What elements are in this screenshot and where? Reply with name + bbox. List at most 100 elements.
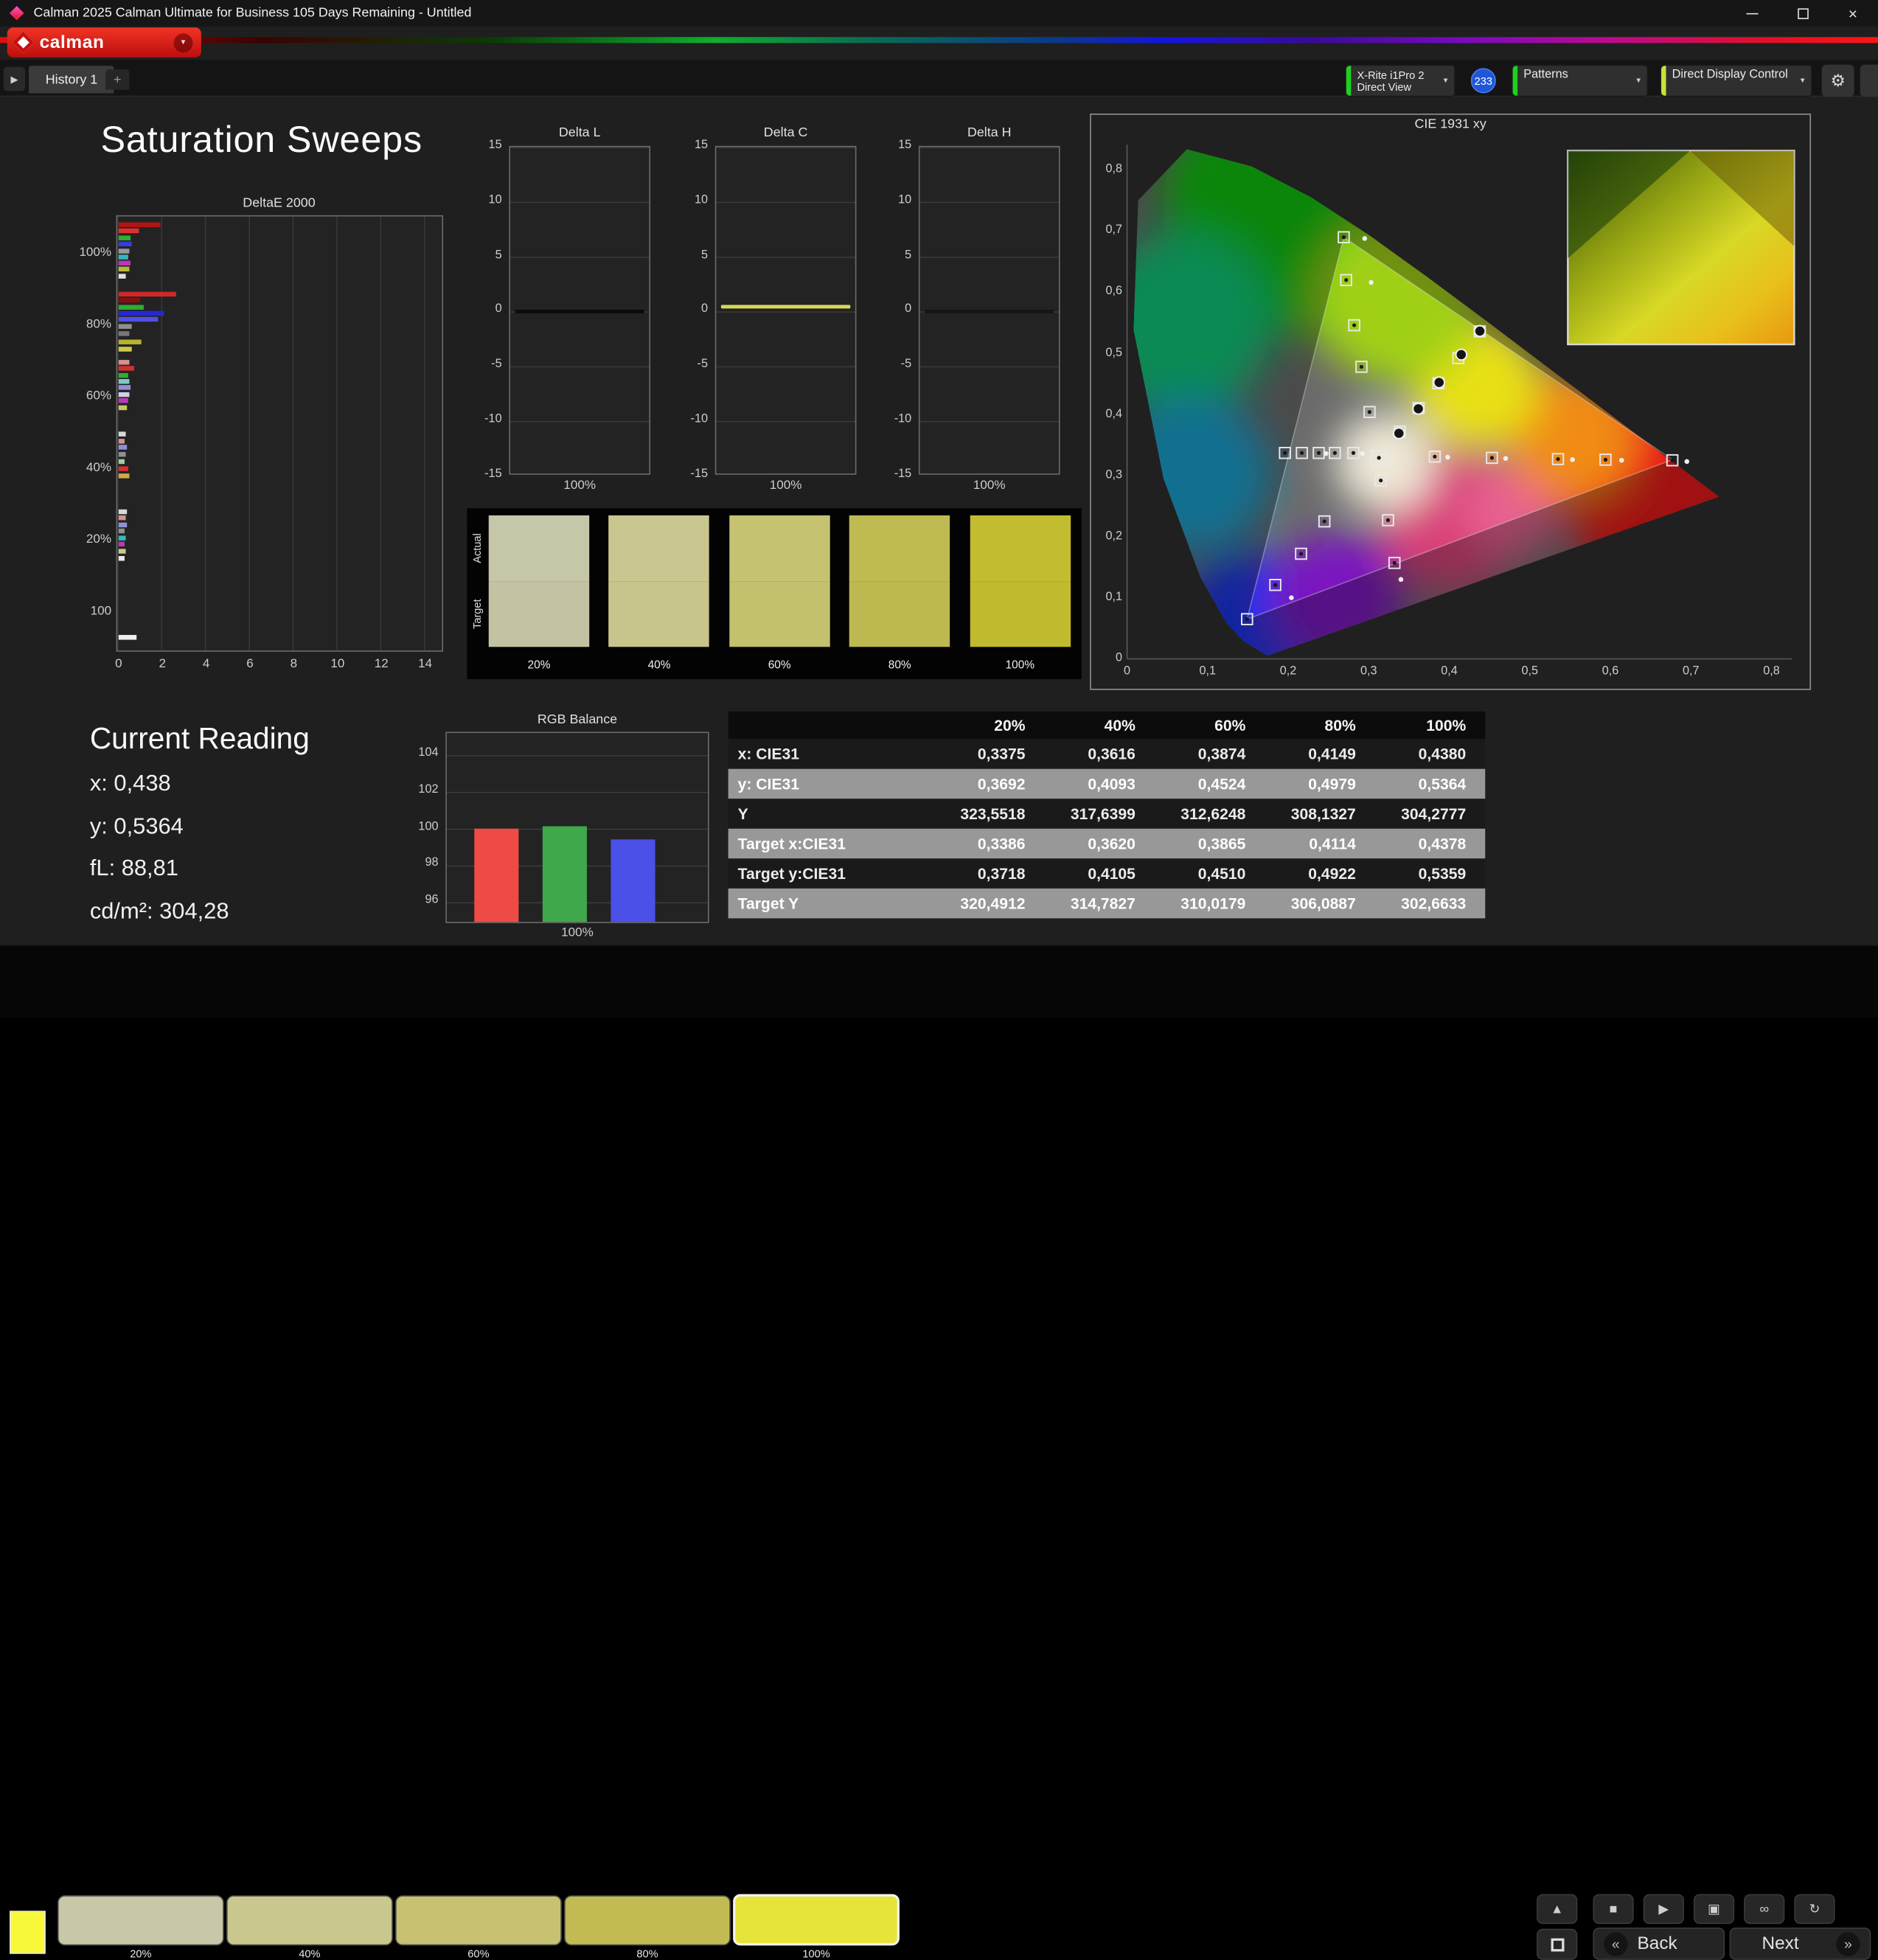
- deltae-bar: [118, 397, 129, 403]
- deltae-bar: [118, 310, 165, 316]
- target-swatch: [970, 581, 1071, 647]
- table-header-cell: 100%: [1426, 716, 1467, 734]
- cie-target-dot: [1556, 456, 1560, 462]
- reading-y: y: 0,5364: [89, 814, 184, 840]
- mini-y-tick: 5: [905, 248, 912, 262]
- eject-icon: ▲: [1550, 1902, 1564, 1916]
- swatch-label: 80%: [888, 658, 911, 673]
- pattern-patch-60%[interactable]: [395, 1895, 562, 1946]
- cie-target-dot: [1489, 456, 1495, 460]
- maximize-button[interactable]: [1778, 0, 1828, 27]
- swatch-column: [849, 515, 950, 647]
- cie-target-dot: [1316, 451, 1321, 455]
- deltae-bar: [118, 515, 127, 520]
- back-button[interactable]: « Back: [1593, 1928, 1725, 1960]
- next-button[interactable]: Next »: [1729, 1928, 1871, 1960]
- settings-button[interactable]: ⚙: [1821, 64, 1854, 97]
- stop-button[interactable]: ■: [1593, 1894, 1634, 1925]
- mini-y-tick: -10: [894, 412, 912, 426]
- deltae-bar: [118, 249, 130, 253]
- pattern-patch-80%[interactable]: [564, 1895, 731, 1946]
- cie-target-dot: [1670, 458, 1674, 462]
- history-flyout-button[interactable]: ▶: [3, 66, 26, 91]
- mini-y-tick: 5: [495, 248, 502, 262]
- cie-x-tick: 0,1: [1199, 664, 1217, 678]
- table-row-label: Target Y: [737, 894, 799, 913]
- patterns-dropdown[interactable]: Patterns ▼: [1511, 64, 1649, 97]
- table-row-label: Target y:CIE31: [737, 864, 846, 883]
- rgb-y-tick: 102: [418, 782, 439, 796]
- table-cell: 0,4524: [1197, 774, 1246, 793]
- actual-swatch: [728, 515, 830, 582]
- pattern-patch-20%[interactable]: [57, 1895, 224, 1946]
- cie-y-tick: 0,3: [1105, 468, 1123, 482]
- rgb-bar: [474, 828, 519, 922]
- cie-measured-dot: [1684, 459, 1690, 465]
- deltae-bar: [118, 324, 132, 329]
- target-swatch: [849, 581, 950, 647]
- link-icon: ∞: [1759, 1902, 1770, 1916]
- close-button[interactable]: ×: [1828, 0, 1878, 27]
- table-cell: 0,3865: [1197, 834, 1246, 853]
- deltae-bar: [118, 291, 175, 296]
- refresh-button[interactable]: ↻: [1794, 1894, 1835, 1925]
- mini-y-tick: 0: [700, 303, 709, 316]
- table-cell: 0,4380: [1418, 745, 1467, 763]
- add-tab-button[interactable]: +: [105, 69, 130, 90]
- deltae-y-tick: 100: [90, 603, 112, 619]
- cie-target-dot: [1603, 457, 1608, 462]
- rgb-y-tick: 98: [425, 856, 439, 870]
- meter-dropdown[interactable]: X-Rite i1Pro 2 Direct View ▼: [1345, 64, 1456, 97]
- table-cell: 0,3874: [1197, 745, 1246, 763]
- deltae-bar: [118, 241, 132, 246]
- deltae-bar: [118, 522, 128, 527]
- table-row: Target Y 320,4912 314,7827 310,0179 306,0887…: [728, 888, 1486, 919]
- rgb-y-tick: 96: [425, 893, 439, 907]
- cie-measured-circle: [1412, 402, 1425, 415]
- cie-target-dot: [1245, 617, 1249, 622]
- link-button[interactable]: ∞: [1744, 1894, 1785, 1925]
- delta-c-plot: [714, 145, 857, 475]
- target-swatch: [728, 581, 830, 647]
- reading-cdm2: cd/m²: 304,28: [89, 899, 229, 925]
- chevron-down-icon: ▼: [1441, 77, 1450, 85]
- deltae-bar: [118, 366, 134, 370]
- table-header-cell: 20%: [994, 716, 1026, 734]
- display-window-button[interactable]: [1537, 1928, 1578, 1960]
- page-title: Saturation Sweeps: [100, 118, 422, 161]
- cie-measured-circle: [1392, 427, 1405, 439]
- deltae-y-tick: 40%: [86, 460, 112, 475]
- save-button[interactable]: ▣: [1693, 1894, 1735, 1925]
- collapse-button[interactable]: ▲: [1537, 1894, 1578, 1925]
- display-control-dropdown[interactable]: Direct Display Control ▼: [1660, 64, 1812, 97]
- cie-y-tick: 0,8: [1105, 162, 1123, 176]
- pattern-patch-40%[interactable]: [226, 1895, 393, 1946]
- deltae-y-tick: 20%: [86, 532, 112, 547]
- table-cell: 304,2777: [1401, 804, 1467, 823]
- swatch-label: 60%: [768, 658, 791, 673]
- mini-y-tick: 15: [694, 139, 709, 152]
- mini-y-tick: -10: [484, 412, 502, 426]
- deltae-y-tick: 80%: [86, 316, 112, 332]
- overflow-button[interactable]: [1860, 64, 1878, 97]
- deltae-x-tick: 10: [330, 656, 345, 671]
- deltae-bar: [118, 459, 125, 464]
- calman-menu-button[interactable]: calman ▼: [7, 27, 201, 58]
- target-swatch: [488, 581, 590, 647]
- minimize-button[interactable]: [1727, 0, 1777, 27]
- current-reading-title: Current Reading: [89, 722, 310, 756]
- table-cell: 0,3386: [977, 834, 1026, 853]
- tab-history-1[interactable]: History 1: [28, 66, 114, 94]
- cie-measured-dot: [1368, 279, 1374, 285]
- pattern-patch-100%[interactable]: [733, 1894, 900, 1946]
- table-cell: 0,3620: [1088, 834, 1136, 853]
- minimize-icon: [1746, 13, 1759, 14]
- table-cell: 0,5359: [1418, 864, 1467, 883]
- table-row-label: Target x:CIE31: [737, 834, 846, 853]
- calman-logo-icon: [12, 31, 35, 54]
- delta-l-x-label: 100%: [563, 478, 597, 493]
- mini-y-tick: 10: [898, 193, 912, 207]
- delta-line: [925, 309, 1054, 313]
- play-button[interactable]: ▶: [1643, 1894, 1684, 1925]
- cie-target-dot: [1332, 451, 1338, 455]
